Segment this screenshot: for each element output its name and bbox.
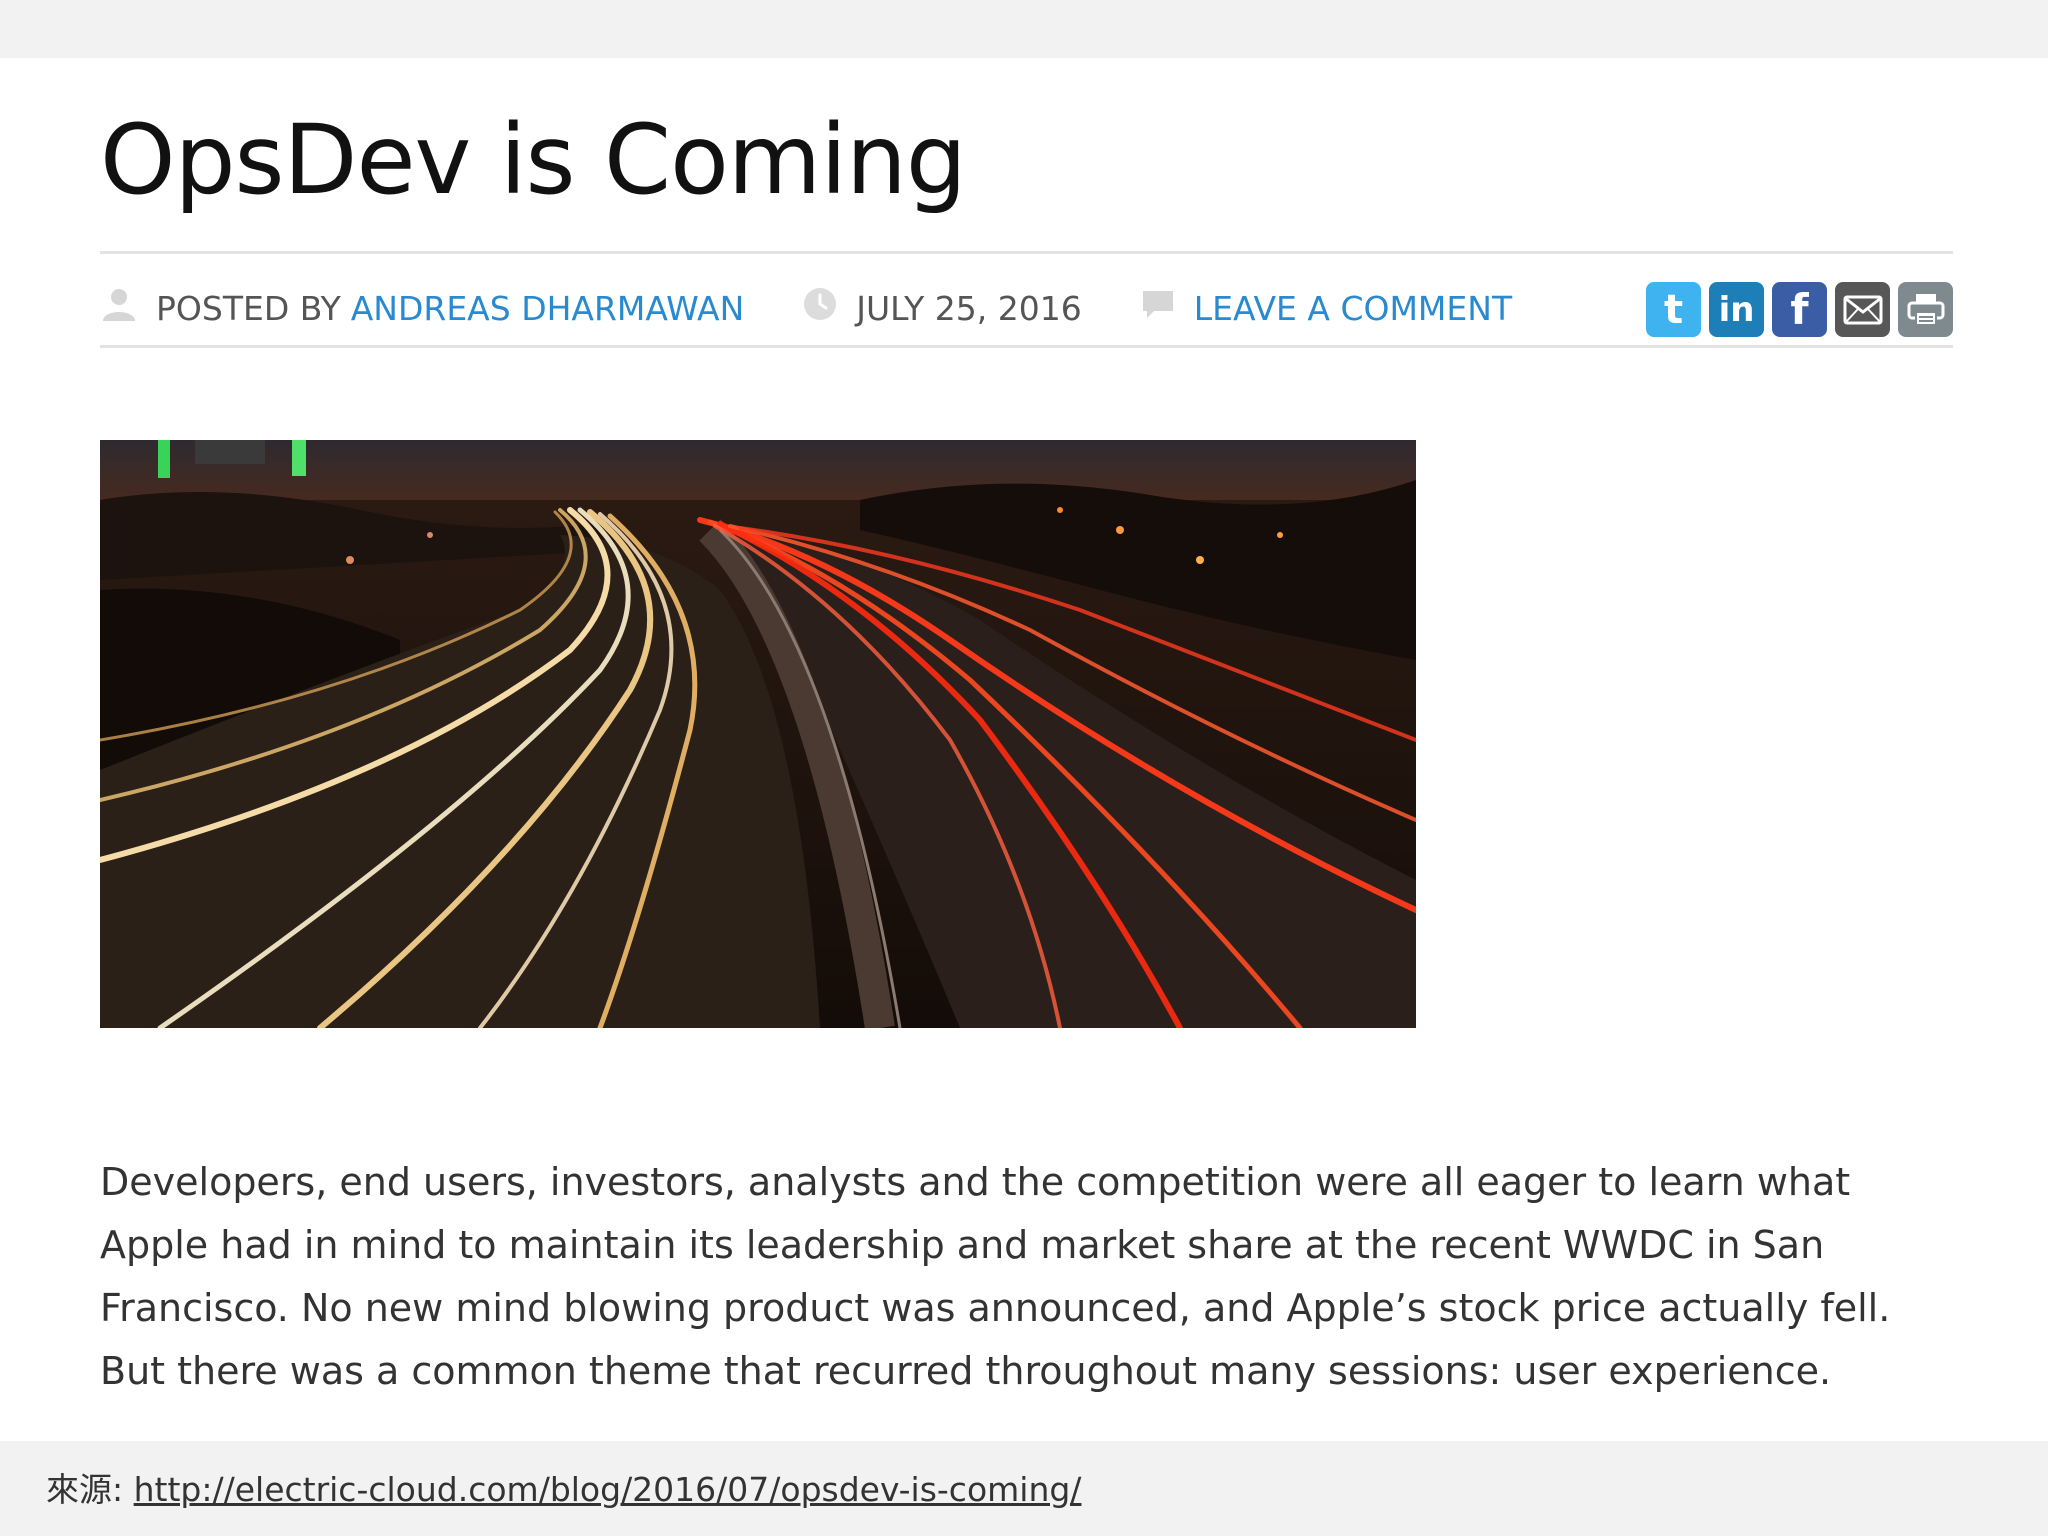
source-label: 來源: — [46, 1470, 124, 1509]
linkedin-share-button[interactable]: in — [1709, 282, 1764, 337]
blog-post-page: OpsDev is Coming POSTED BY ANDREAS DHARM… — [0, 58, 2048, 1441]
email-share-button[interactable] — [1835, 282, 1890, 337]
leave-comment-link[interactable]: LEAVE A COMMENT — [1194, 289, 1512, 328]
email-icon — [1843, 295, 1882, 324]
source-url-link[interactable]: http://electric-cloud.com/blog/2016/07/o… — [134, 1470, 1082, 1509]
post-body-paragraph: Developers, end users, investors, analys… — [100, 1160, 1891, 1393]
author-link[interactable]: ANDREAS DHARMAWAN — [351, 289, 745, 328]
facebook-icon: f — [1790, 285, 1809, 334]
clock-icon — [802, 286, 838, 330]
meta-divider-bottom — [100, 345, 1953, 348]
source-caption: 來源: http://electric-cloud.com/blog/2016/… — [46, 1463, 1081, 1511]
twitter-icon: t — [1663, 286, 1684, 333]
comment-group: LEAVE A COMMENT — [1140, 286, 1512, 330]
post-date: JULY 25, 2016 — [856, 288, 1082, 328]
facebook-share-button[interactable]: f — [1772, 282, 1827, 337]
post-title: OpsDev is Coming — [100, 104, 967, 216]
user-icon — [100, 285, 138, 331]
comment-icon — [1140, 286, 1176, 330]
post-meta-bar: POSTED BY ANDREAS DHARMAWAN JULY 25, 201… — [100, 278, 1953, 338]
meta-divider-top — [100, 251, 1953, 254]
date-group: JULY 25, 2016 — [802, 286, 1082, 330]
share-buttons: t in f — [1646, 282, 1953, 337]
posted-by-label: POSTED BY — [156, 288, 341, 328]
featured-image-highway-light-trails — [100, 440, 1416, 1028]
linkedin-icon: in — [1718, 289, 1755, 330]
print-icon — [1907, 293, 1944, 326]
author-group: POSTED BY ANDREAS DHARMAWAN — [100, 285, 744, 331]
twitter-share-button[interactable]: t — [1646, 282, 1701, 337]
print-button[interactable] — [1898, 282, 1953, 337]
